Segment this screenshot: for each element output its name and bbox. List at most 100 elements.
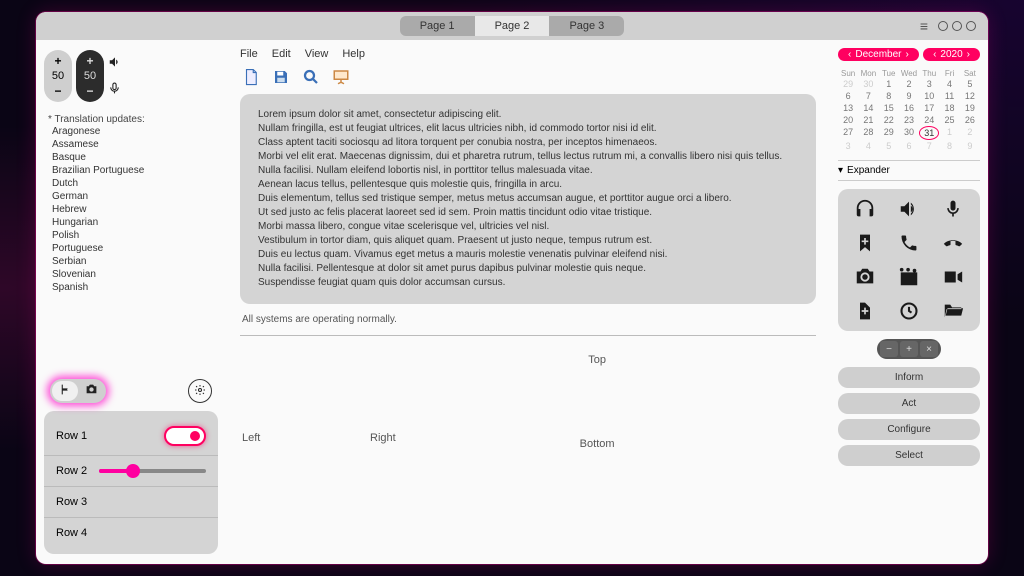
menu-view[interactable]: View: [305, 48, 329, 60]
menu-icon[interactable]: ≡: [920, 18, 928, 34]
select-button[interactable]: Select: [838, 445, 980, 466]
microphone-icon[interactable]: [941, 199, 965, 219]
settings-button[interactable]: [188, 379, 212, 403]
text-block: Lorem ipsum dolor sit amet, consectetur …: [240, 94, 816, 304]
new-file-icon[interactable]: [853, 301, 877, 321]
list-item[interactable]: Dutch: [48, 177, 214, 190]
clock-icon[interactable]: [897, 301, 921, 321]
open-folder-icon[interactable]: [941, 301, 965, 321]
row-2[interactable]: Row 2: [44, 456, 218, 487]
minimize-icon[interactable]: [938, 21, 948, 31]
list-item[interactable]: Polish: [48, 229, 214, 242]
content: + − + − * Translation updates: Aragonese…: [36, 40, 988, 564]
spinner-row: + − + −: [44, 50, 218, 102]
row-1-switch[interactable]: [164, 426, 206, 446]
headphones-icon[interactable]: [853, 199, 877, 219]
hangup-icon[interactable]: [941, 233, 965, 253]
spinner-light-plus[interactable]: +: [47, 52, 69, 70]
action-buttons: Inform Act Configure Select: [838, 367, 980, 466]
menu-help[interactable]: Help: [342, 48, 365, 60]
save-icon[interactable]: [270, 66, 292, 88]
mic-icon[interactable]: [108, 82, 122, 98]
inform-button[interactable]: Inform: [838, 367, 980, 388]
separator: [240, 335, 816, 336]
phone-icon[interactable]: [897, 233, 921, 253]
row-4-label: Row 4: [56, 527, 87, 539]
list-item[interactable]: Assamese: [48, 138, 214, 151]
right-column: ‹December› ‹2020› SunMonTueWedThuFriSat2…: [830, 40, 988, 564]
titlebar: Page 1 Page 2 Page 3 ≡: [36, 12, 988, 40]
list-item[interactable]: Brazilian Portuguese: [48, 164, 214, 177]
compass-right: Right: [370, 432, 396, 444]
spinner-icons: [108, 55, 122, 98]
chevron-down-icon: ▾: [838, 165, 843, 176]
chevron-left-icon[interactable]: ‹: [848, 49, 851, 60]
compass-bottom: Bottom: [580, 438, 615, 450]
expander-header[interactable]: ▾Expander: [838, 160, 980, 181]
maximize-icon[interactable]: [952, 21, 962, 31]
menu-file[interactable]: File: [240, 48, 258, 60]
tab-switcher: Page 1 Page 2 Page 3: [400, 16, 625, 36]
volume-icon[interactable]: [108, 55, 122, 72]
search-icon[interactable]: [300, 66, 322, 88]
list-item[interactable]: Basque: [48, 151, 214, 164]
film-icon[interactable]: [897, 267, 921, 287]
act-button[interactable]: Act: [838, 393, 980, 414]
tab-page2[interactable]: Page 2: [475, 16, 550, 36]
list-header: * Translation updates:: [48, 114, 214, 125]
list-item[interactable]: Spanish: [48, 281, 214, 294]
camera-mode-button[interactable]: [78, 381, 104, 401]
mini-close[interactable]: ×: [920, 341, 938, 357]
new-doc-icon[interactable]: [240, 66, 262, 88]
spinner-light-input[interactable]: [46, 70, 70, 82]
spinner-dark-input[interactable]: [78, 70, 102, 82]
month-selector[interactable]: ‹December›: [838, 48, 919, 61]
bookmark-icon[interactable]: [853, 233, 877, 253]
row-2-slider[interactable]: [99, 469, 206, 473]
list-item[interactable]: German: [48, 190, 214, 203]
translation-list[interactable]: * Translation updates: AragoneseAssamese…: [44, 110, 218, 371]
mini-buttons: − + ×: [838, 339, 980, 359]
list-item[interactable]: Hungarian: [48, 216, 214, 229]
row-3[interactable]: Row 3: [44, 487, 218, 518]
spinner-dark-plus[interactable]: +: [79, 52, 101, 70]
rows-panel: Row 1 Row 2 Row 3 Row 4: [44, 411, 218, 554]
list-item[interactable]: Hebrew: [48, 203, 214, 216]
row-1[interactable]: Row 1: [44, 417, 218, 456]
video-icon[interactable]: [941, 267, 965, 287]
row-2-label: Row 2: [56, 465, 87, 477]
mini-minus[interactable]: −: [880, 341, 898, 357]
compass-panel: Top Bottom Left Right: [240, 342, 816, 556]
row-3-label: Row 3: [56, 496, 87, 508]
close-icon[interactable]: [966, 21, 976, 31]
mode-row: [44, 379, 218, 403]
chevron-right-icon[interactable]: ›: [967, 49, 970, 60]
speaker-icon[interactable]: [897, 199, 921, 219]
list-item[interactable]: Aragonese: [48, 125, 214, 138]
flag-mode-button[interactable]: [52, 381, 78, 401]
camera-icon[interactable]: [853, 267, 877, 287]
chevron-left-icon[interactable]: ‹: [933, 49, 936, 60]
menu-edit[interactable]: Edit: [272, 48, 291, 60]
chevron-right-icon[interactable]: ›: [905, 49, 908, 60]
left-column: + − + − * Translation updates: Aragonese…: [36, 40, 226, 564]
icon-grid: [838, 189, 980, 331]
tab-page1[interactable]: Page 1: [400, 16, 475, 36]
year-selector[interactable]: ‹2020›: [923, 48, 980, 61]
presentation-icon[interactable]: [330, 66, 352, 88]
spinner-light-minus[interactable]: −: [47, 82, 69, 100]
compass-top: Top: [588, 354, 606, 366]
calendar-header: ‹December› ‹2020›: [838, 48, 980, 61]
configure-button[interactable]: Configure: [838, 419, 980, 440]
list-item[interactable]: Portuguese: [48, 242, 214, 255]
calendar-grid[interactable]: SunMonTueWedThuFriSat2930123456789101112…: [838, 69, 980, 152]
row-1-label: Row 1: [56, 430, 87, 442]
list-item[interactable]: Slovenian: [48, 268, 214, 281]
toolbar: [240, 66, 816, 88]
spinner-dark-minus[interactable]: −: [79, 82, 101, 100]
mini-plus[interactable]: +: [900, 341, 918, 357]
status-text: All systems are operating normally.: [240, 310, 816, 329]
row-4[interactable]: Row 4: [44, 518, 218, 548]
tab-page3[interactable]: Page 3: [549, 16, 624, 36]
list-item[interactable]: Serbian: [48, 255, 214, 268]
